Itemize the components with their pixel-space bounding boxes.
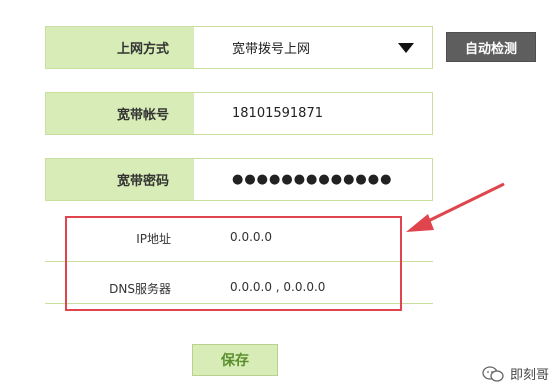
save-button[interactable]: 保存 — [192, 344, 278, 376]
broadband-account-label: 宽带帐号 — [46, 93, 194, 134]
watermark: 即刻哥 — [482, 364, 549, 383]
auto-detect-button[interactable]: 自动检测 — [446, 32, 536, 62]
connection-mode-label: 上网方式 — [46, 27, 194, 68]
connection-mode-select[interactable]: 宽带拨号上网 — [232, 27, 310, 68]
connection-mode-row: 上网方式 宽带拨号上网 — [45, 26, 433, 69]
broadband-password-input[interactable]: ●●●●●●●●●●●●● — [232, 159, 392, 200]
annotation-arrow-icon — [406, 182, 505, 232]
chevron-down-icon[interactable] — [398, 43, 414, 53]
watermark-text: 即刻哥 — [509, 368, 549, 383]
broadband-password-label: 宽带密码 — [46, 159, 194, 200]
wechat-icon — [482, 365, 504, 382]
broadband-account-input[interactable]: 18101591871 — [232, 93, 323, 134]
highlight-box — [65, 216, 402, 311]
broadband-password-row: 宽带密码 ●●●●●●●●●●●●● — [45, 158, 433, 201]
broadband-account-row: 宽带帐号 18101591871 — [45, 92, 433, 135]
